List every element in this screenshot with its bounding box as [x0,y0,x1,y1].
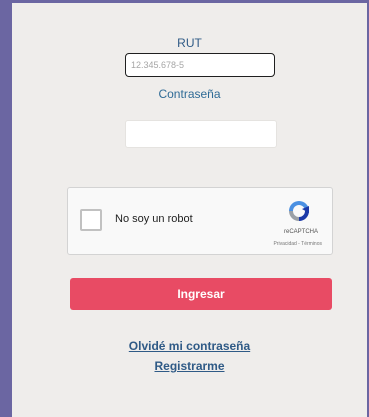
register-link[interactable]: Registrarme [12,359,367,373]
recaptcha-widget: No soy un robot reCAPTCHA Privacidad - T… [67,187,333,255]
login-panel: RUT Contraseña No soy un robot reCAPTCHA… [12,3,367,417]
recaptcha-brand: reCAPTCHA [283,229,318,235]
password-label: Contraseña [158,87,221,101]
recaptcha-logo-icon [289,201,309,221]
rut-input[interactable] [125,53,275,77]
recaptcha-checkbox[interactable] [80,209,102,231]
password-input[interactable] [125,120,277,148]
forgot-password-link[interactable]: Olvidé mi contraseña [12,339,367,353]
recaptcha-label: No soy un robot [115,213,193,225]
recaptcha-links[interactable]: Privacidad - Términos [68,241,322,247]
rut-label: RUT [177,36,202,50]
submit-button[interactable]: Ingresar [70,278,332,310]
